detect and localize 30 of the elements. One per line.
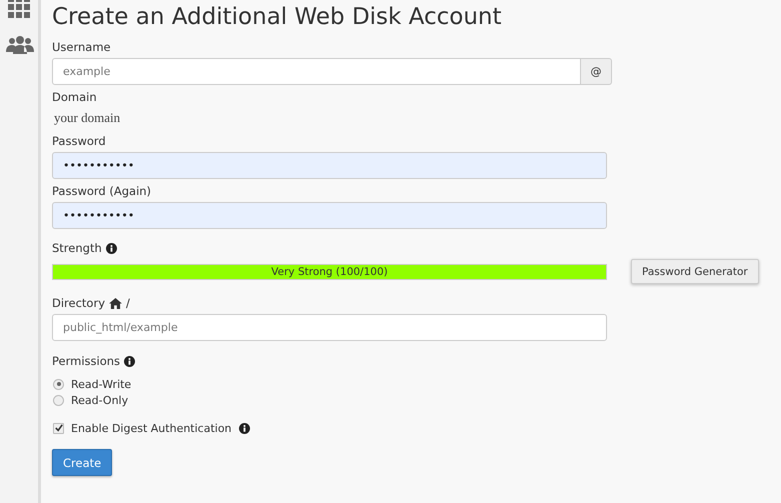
field-label: Permissions	[52, 354, 120, 368]
field-label: Directory	[52, 296, 106, 310]
info-icon[interactable]	[238, 422, 250, 434]
password-field[interactable]: •••••••••••	[52, 202, 607, 229]
create-button[interactable]: Create	[52, 449, 112, 476]
grid-icon[interactable]	[8, 0, 30, 18]
username-field[interactable]: example	[52, 58, 581, 85]
home-icon	[109, 298, 122, 308]
checkbox-label: Enable Digest Authentication	[71, 422, 232, 434]
info-icon[interactable]	[124, 356, 136, 366]
strength-reading: Very Strong (100/100)	[271, 266, 388, 278]
field-label: Password	[52, 134, 107, 148]
at-addon: @	[581, 58, 612, 85]
field-label: Strength	[52, 241, 102, 255]
radio-button[interactable]	[53, 378, 64, 390]
page-title: Create an Additional Web Disk Account	[52, 4, 503, 32]
option-label: Read-Write	[71, 378, 132, 390]
path-separator: /	[126, 296, 130, 310]
radio-button[interactable]	[53, 394, 64, 406]
users-icon[interactable]	[6, 36, 34, 54]
checkbox[interactable]	[53, 422, 64, 434]
field-label: Username	[52, 40, 112, 54]
domain-value: your domain	[54, 110, 122, 126]
directory-field[interactable]: public_html/example	[52, 314, 607, 341]
info-icon[interactable]	[106, 242, 117, 254]
password-field[interactable]: •••••••••••	[52, 152, 607, 179]
field-label: Password (Again)	[52, 184, 152, 198]
password-generator-button[interactable]: Password Generator	[631, 259, 759, 284]
option-label: Read-Only	[71, 394, 128, 406]
field-label: Domain	[52, 90, 98, 104]
